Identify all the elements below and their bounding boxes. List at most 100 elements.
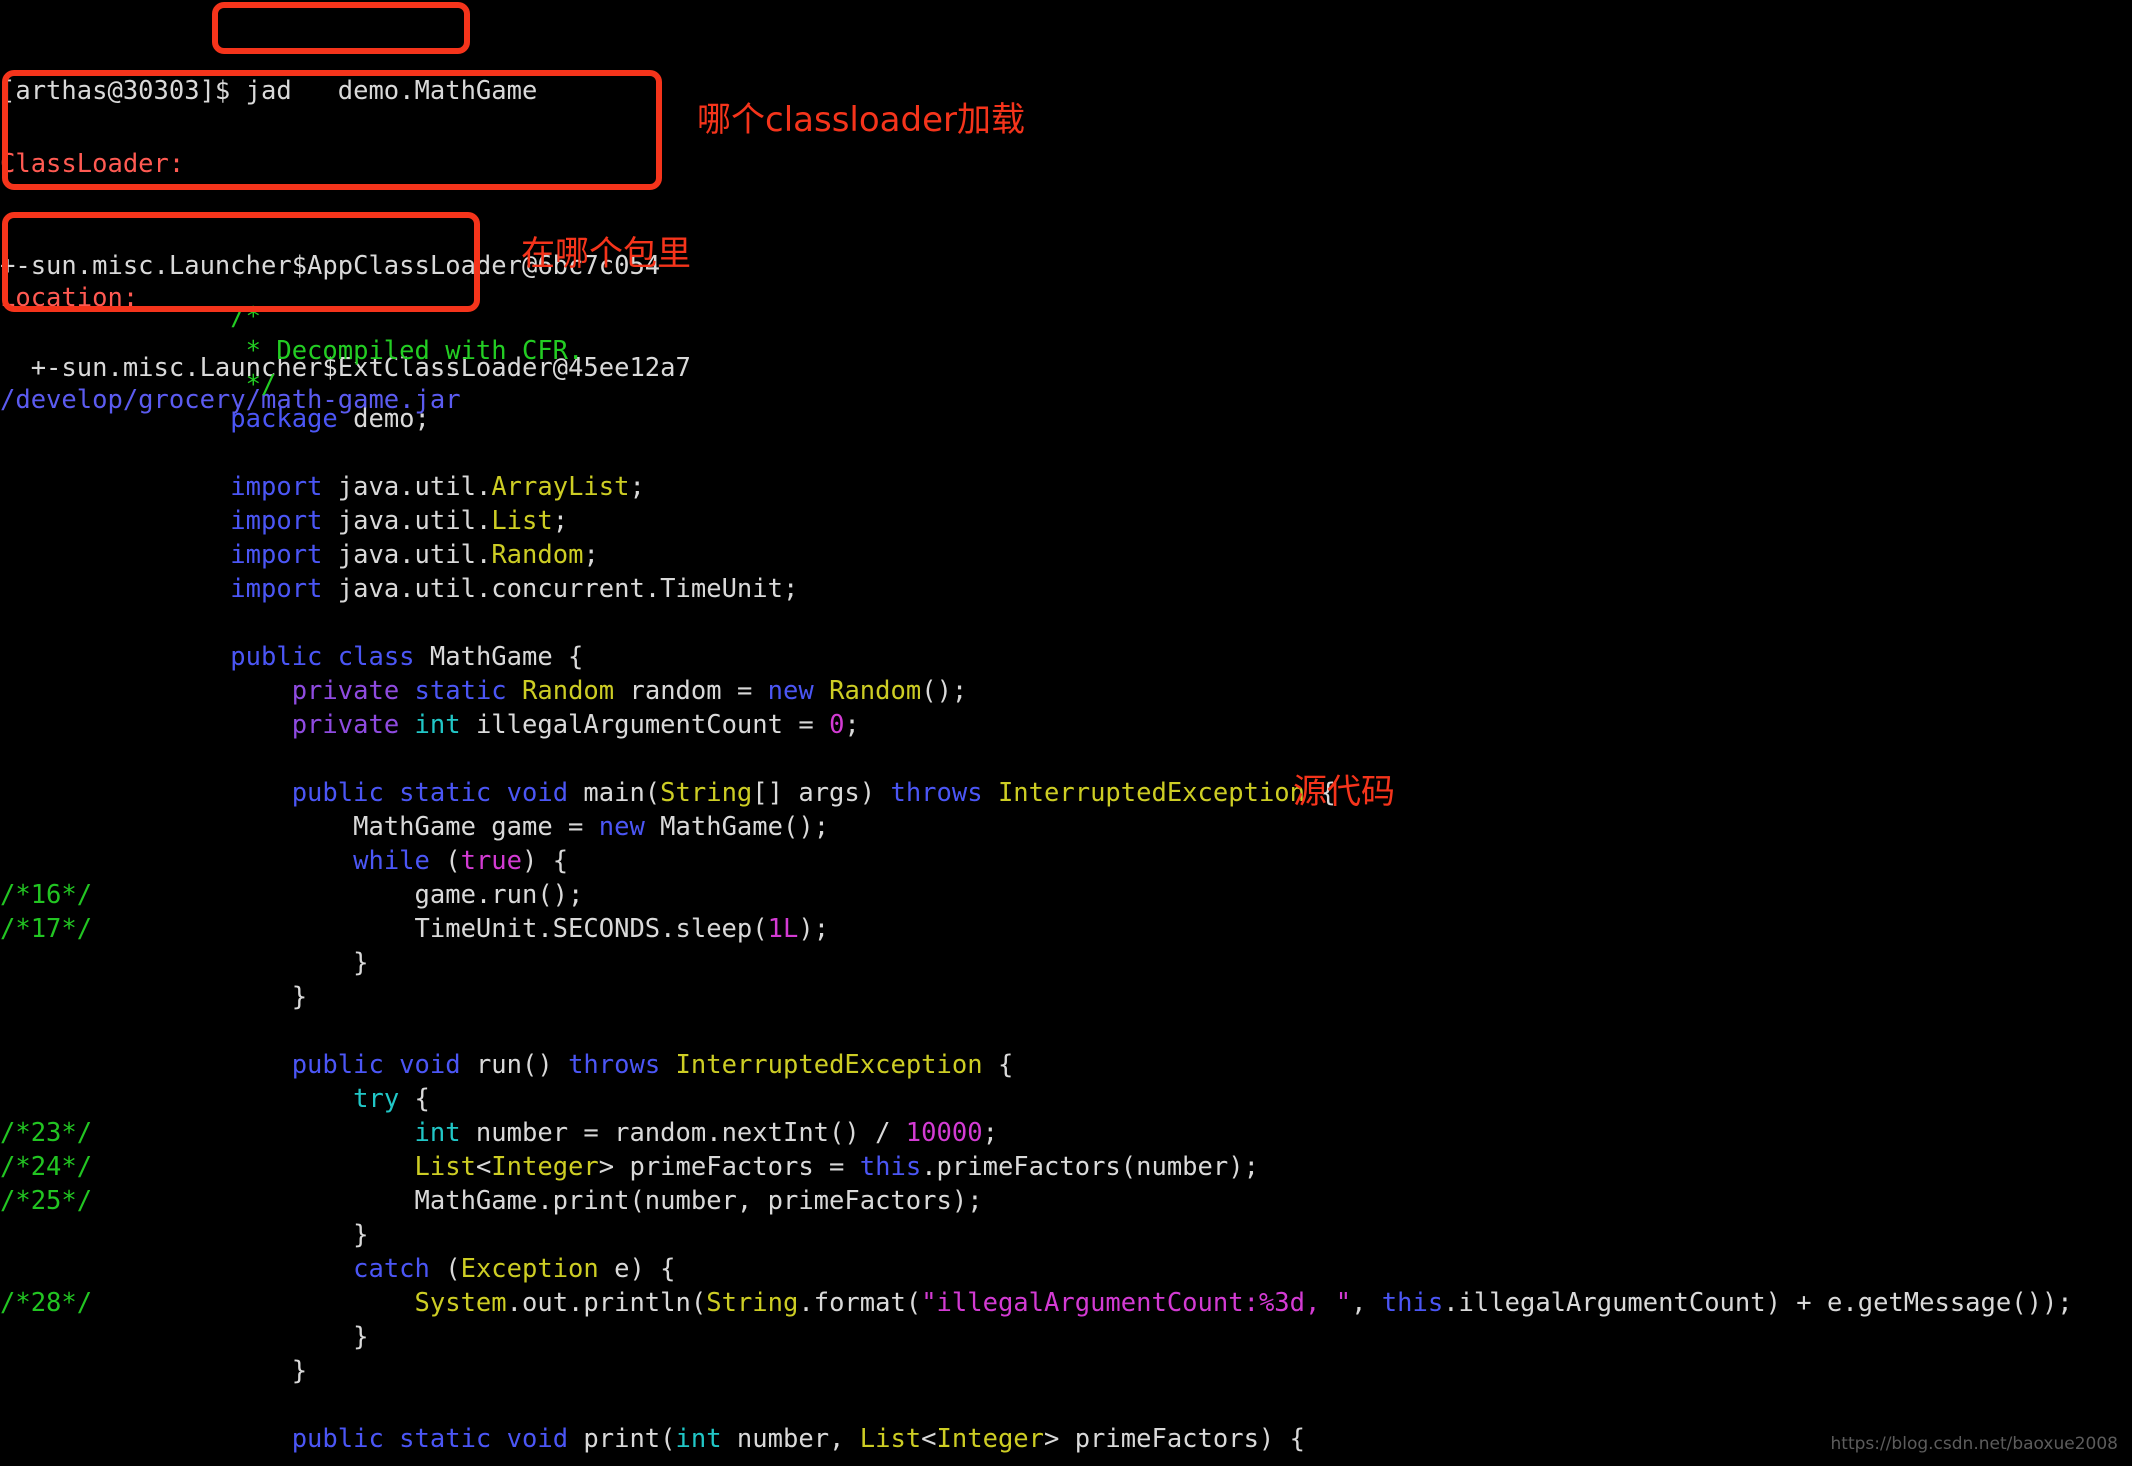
code-token: */ — [107, 370, 277, 400]
code-token: public static void — [291, 1424, 569, 1454]
code-line: private int illegalArgumentCount = 0; — [0, 708, 2132, 742]
code-line: /*23*/ int number = random.nextInt() / 1… — [0, 1116, 2132, 1150]
code-token: Integer — [491, 1152, 599, 1182]
line-number-marker — [0, 1254, 107, 1284]
code-token: main( — [568, 778, 661, 808]
code-token: ( — [429, 846, 461, 876]
code-line: MathGame game = new MathGame(); — [0, 810, 2132, 844]
code-token: java.util. — [322, 506, 492, 536]
code-line: package demo; — [0, 402, 2132, 436]
code-token: demo; — [337, 404, 430, 434]
decompiled-source-code: /* * Decompiled with CFR. */ package dem… — [0, 300, 2132, 1456]
code-token: package — [230, 404, 338, 434]
code-line: /*24*/ List<Integer> primeFactors = this… — [0, 1150, 2132, 1184]
code-line: /*25*/ MathGame.print(number, primeFacto… — [0, 1184, 2132, 1218]
watermark: https://blog.csdn.net/baoxue2008 — [1830, 1434, 2119, 1454]
code-token: > primeFactors) { — [1044, 1424, 1305, 1454]
code-token: ; — [583, 540, 599, 570]
code-token: ( — [429, 1254, 461, 1284]
code-token: java.util.concurrent.TimeUnit; — [322, 574, 799, 604]
code-token: print( — [568, 1424, 676, 1454]
code-line: /*16*/ game.run(); — [0, 878, 2132, 912]
code-token: } — [107, 1220, 369, 1250]
code-token: while — [353, 846, 430, 876]
line-number-marker — [0, 438, 107, 468]
line-number-marker — [0, 302, 107, 332]
code-token: ArrayList — [491, 472, 630, 502]
code-token: import — [230, 574, 323, 604]
line-number-marker — [0, 812, 107, 842]
code-token: .illegalArgumentCount) + e.getMessage())… — [1443, 1288, 2073, 1318]
line-number-marker — [0, 1322, 107, 1352]
code-line: /* — [0, 300, 2132, 334]
code-token: e) { — [598, 1254, 676, 1284]
code-token: true — [460, 846, 523, 876]
code-token: new — [767, 676, 814, 706]
code-line: public static void print(int number, Lis… — [0, 1422, 2132, 1456]
code-token: import — [230, 540, 323, 570]
code-token: List — [491, 506, 553, 536]
line-number-marker — [0, 710, 107, 740]
code-token: [] args) — [752, 778, 891, 808]
line-number-marker — [0, 1084, 107, 1114]
line-number-marker — [0, 1016, 107, 1046]
line-number-marker — [0, 846, 107, 876]
code-line: public class MathGame { — [0, 640, 2132, 674]
code-token: 10000 — [905, 1118, 983, 1148]
classloader-header: ClassLoader: — [0, 149, 185, 179]
code-token: java.util. — [322, 472, 492, 502]
code-token: } — [107, 1322, 369, 1352]
code-token: MathGame.print(number, primeFactors); — [107, 1186, 983, 1216]
code-token: public void — [291, 1050, 461, 1080]
code-token: catch — [353, 1254, 430, 1284]
code-token: System — [414, 1288, 507, 1318]
line-number-marker — [0, 506, 107, 536]
line-number-marker — [0, 404, 107, 434]
line-number-marker — [0, 608, 107, 638]
line-number-marker — [0, 778, 107, 808]
code-token: { — [982, 1050, 1014, 1080]
location-annotation-label: 在哪个包里 — [521, 234, 691, 274]
code-line: import java.util.concurrent.TimeUnit; — [0, 572, 2132, 606]
code-line: private static Random random = new Rando… — [0, 674, 2132, 708]
code-line — [0, 1014, 2132, 1048]
classloader-annotation-label: 哪个classloader加载 — [697, 100, 1025, 140]
code-token: game.run(); — [107, 880, 584, 910]
code-token: TimeUnit.SECONDS.sleep( — [107, 914, 768, 944]
code-token: java.util. — [322, 540, 492, 570]
code-token: public static void — [291, 778, 569, 808]
code-line: } — [0, 980, 2132, 1014]
code-token: 0 — [829, 710, 845, 740]
line-number-marker — [0, 1050, 107, 1080]
code-line: while (true) { — [0, 844, 2132, 878]
code-line: import java.util.ArrayList; — [0, 470, 2132, 504]
code-token: int — [414, 1118, 461, 1148]
code-line — [0, 742, 2132, 776]
line-number-marker — [0, 574, 107, 604]
line-number-marker — [0, 982, 107, 1012]
code-token: } — [107, 982, 308, 1012]
code-token: Random — [522, 676, 615, 706]
line-number-marker — [0, 744, 107, 774]
code-token: { — [399, 1084, 430, 1114]
code-line: */ — [0, 368, 2132, 402]
line-number-marker — [0, 370, 107, 400]
code-token: < — [475, 1152, 492, 1182]
code-token: ) { — [522, 846, 569, 876]
code-token: import — [230, 506, 323, 536]
code-token: Integer — [936, 1424, 1044, 1454]
code-token: /* — [107, 302, 261, 332]
code-token: MathGame { — [414, 642, 584, 672]
